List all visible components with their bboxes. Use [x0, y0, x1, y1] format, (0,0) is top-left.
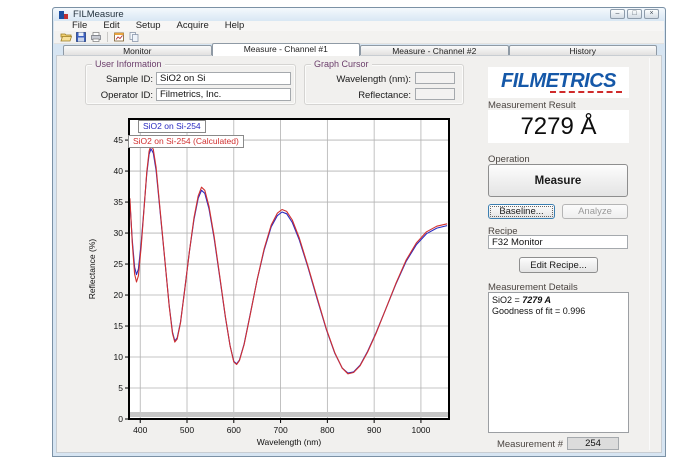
svg-text:40: 40 — [114, 166, 124, 176]
save-icon[interactable] — [75, 31, 87, 43]
svg-text:400: 400 — [133, 425, 147, 435]
measure-button[interactable]: Measure — [488, 164, 628, 197]
svg-text:Reflectance (%): Reflectance (%) — [87, 239, 97, 300]
svg-text:45: 45 — [114, 135, 124, 145]
svg-text:15: 15 — [114, 321, 124, 331]
print-icon[interactable] — [90, 31, 102, 43]
baseline-button[interactable]: Baseline... — [488, 204, 555, 219]
measurement-details-box[interactable]: SiO2 = 7279 A Goodness of fit = 0.996 — [488, 292, 629, 433]
toolbar-separator — [107, 32, 108, 42]
analyze-button[interactable]: Analyze — [562, 204, 628, 219]
recipe-input[interactable] — [488, 235, 628, 249]
cursor-reflectance-field — [415, 88, 455, 100]
svg-text:25: 25 — [114, 259, 124, 269]
filmetrics-logo-dashes — [550, 91, 622, 93]
maximize-icon[interactable]: □ — [627, 9, 642, 19]
svg-text:1000: 1000 — [411, 425, 430, 435]
svg-text:20: 20 — [114, 290, 124, 300]
minimize-icon[interactable]: – — [610, 9, 625, 19]
tab-measure-channel-1[interactable]: Measure - Channel #1 — [212, 43, 361, 56]
svg-text:10: 10 — [114, 352, 124, 362]
measurement-result-value: 7279 Å — [488, 110, 629, 143]
copy-icon[interactable] — [128, 31, 140, 43]
svg-text:900: 900 — [367, 425, 381, 435]
details-line-2: Goodness of fit = 0.996 — [492, 306, 625, 317]
tab-monitor[interactable]: Monitor — [63, 45, 212, 55]
app-window: FILMeasure – □ × File Edit Setup Acquire… — [52, 7, 666, 457]
legend-measured: SiO2 on Si-254 — [138, 120, 206, 133]
cursor-wavelength-label: Wavelength (nm): — [308, 74, 411, 85]
reflectance-chart: 0 5 10 15 20 25 30 35 40 45 400 500 600 700 800 900 1000… — [71, 111, 481, 451]
sample-id-input[interactable] — [156, 72, 291, 85]
menu-setup[interactable]: Setup — [128, 21, 169, 31]
svg-text:700: 700 — [273, 425, 287, 435]
svg-text:Wavelength (nm): Wavelength (nm) — [257, 437, 322, 447]
measurement-number-label: Measurement # — [473, 439, 563, 450]
menu-edit[interactable]: Edit — [95, 21, 127, 31]
measurement-number-field — [567, 437, 619, 450]
tab-history[interactable]: History — [509, 45, 658, 55]
open-icon[interactable] — [60, 31, 72, 43]
svg-text:500: 500 — [180, 425, 194, 435]
close-icon[interactable]: × — [644, 9, 659, 19]
svg-text:0: 0 — [118, 414, 123, 424]
details-line-1: SiO2 = 7279 A — [492, 295, 625, 306]
svg-text:800: 800 — [320, 425, 334, 435]
svg-text:600: 600 — [227, 425, 241, 435]
svg-text:35: 35 — [114, 197, 124, 207]
export-icon[interactable] — [113, 31, 125, 43]
operator-id-label: Operator ID: — [57, 90, 153, 101]
menu-acquire[interactable]: Acquire — [169, 21, 217, 31]
user-information-title: User Information — [92, 59, 165, 70]
graph-cursor-title: Graph Cursor — [311, 59, 372, 70]
chart-plot-area[interactable]: 0 5 10 15 20 25 30 35 40 45 400 500 600 700 800 900 1000… — [71, 111, 481, 451]
svg-text:5: 5 — [118, 383, 123, 393]
app-icon — [59, 11, 68, 19]
tab-measure-channel-2[interactable]: Measure - Channel #2 — [360, 45, 509, 55]
filmetrics-logo: FILMETRICS — [488, 67, 629, 98]
operator-id-input[interactable] — [156, 88, 291, 101]
edit-recipe-button[interactable]: Edit Recipe... — [519, 257, 598, 273]
panel-divider — [649, 58, 650, 450]
menu-help[interactable]: Help — [217, 21, 253, 31]
legend-calculated: SiO2 on Si-254 (Calculated) — [128, 135, 244, 148]
cursor-wavelength-field — [415, 72, 455, 84]
menu-bar: File Edit Setup Acquire Help — [54, 21, 664, 31]
svg-text:30: 30 — [114, 228, 124, 238]
sample-id-label: Sample ID: — [57, 74, 153, 85]
menu-file[interactable]: File — [64, 21, 95, 31]
tab-strip: Monitor Measure - Channel #1 Measure - C… — [63, 43, 657, 55]
cursor-reflectance-label: Reflectance: — [308, 90, 411, 101]
